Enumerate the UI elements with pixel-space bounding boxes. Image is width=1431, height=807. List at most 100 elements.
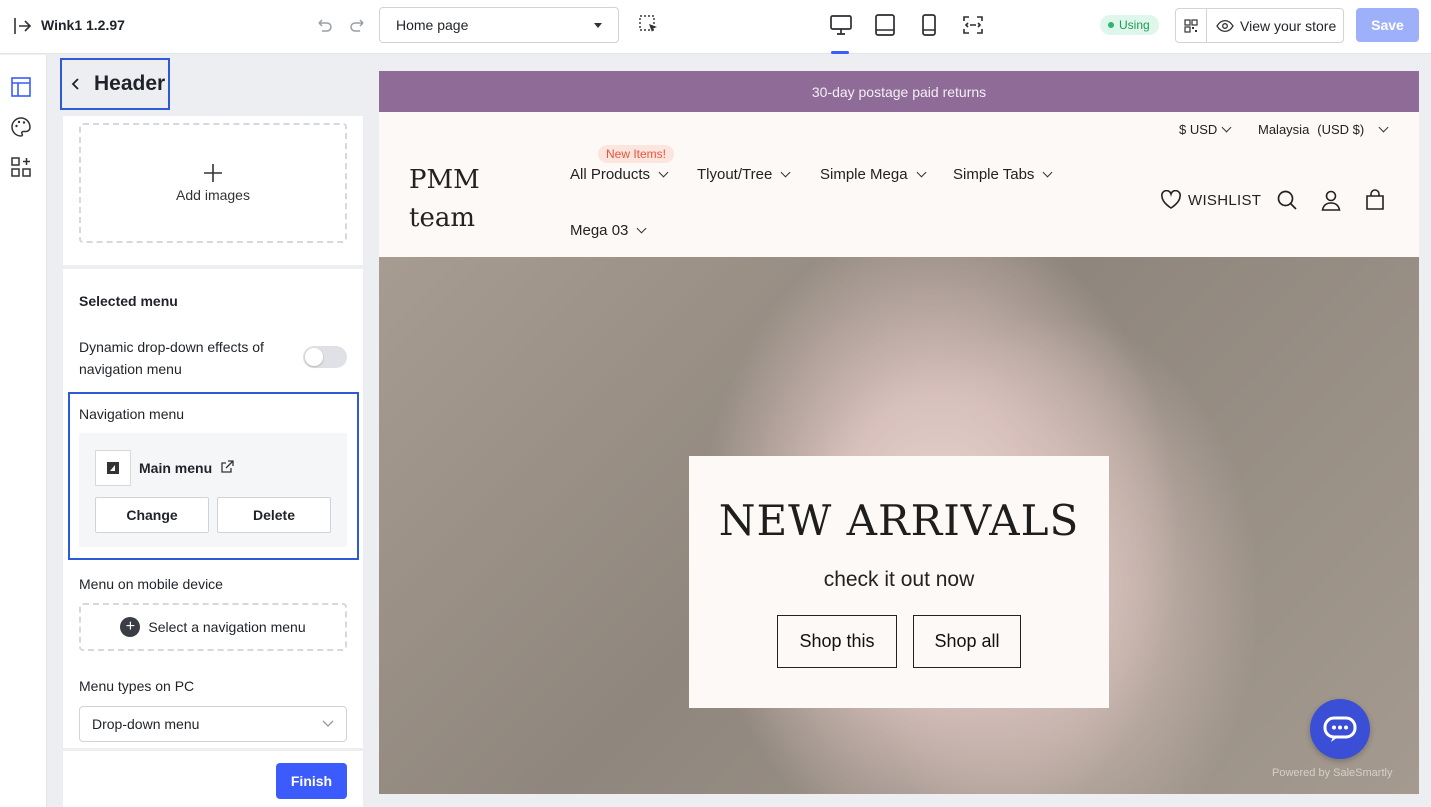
toggle-knob bbox=[305, 348, 323, 366]
currency-selector[interactable]: $ USD bbox=[1179, 122, 1232, 137]
logo-line-2: team bbox=[409, 203, 475, 233]
store-header: $ USD Malaysia (USD $) PMM team New Item… bbox=[379, 112, 1419, 257]
top-toolbar: Wink1 1.2.97 Home page Using View your s… bbox=[0, 0, 1431, 54]
status-dot-icon bbox=[1108, 22, 1114, 28]
nav-item-simple-mega[interactable]: Simple Mega bbox=[820, 166, 926, 183]
hero-card: NEW ARRIVALS check it out now Shop this … bbox=[689, 456, 1109, 708]
nav-item-label: Simple Tabs bbox=[953, 166, 1035, 183]
change-button[interactable]: Change bbox=[95, 497, 209, 533]
select-navigation-menu-button[interactable]: + Select a navigation menu bbox=[79, 603, 347, 651]
dynamic-dropdown-toggle[interactable] bbox=[303, 346, 347, 368]
qr-code-icon bbox=[1184, 18, 1198, 33]
tablet-icon[interactable] bbox=[873, 13, 897, 37]
select-element-icon[interactable] bbox=[638, 14, 660, 36]
dynamic-dropdown-label: Dynamic drop-down effects of navigation … bbox=[79, 339, 264, 377]
finish-button[interactable]: Finish bbox=[276, 763, 347, 799]
exit-icon[interactable] bbox=[12, 16, 32, 36]
caret-down-icon bbox=[594, 22, 602, 28]
chat-icon bbox=[1323, 716, 1357, 742]
layout-icon[interactable] bbox=[10, 76, 32, 98]
panel-title: Header bbox=[94, 72, 166, 95]
view-store-label: View your store bbox=[1240, 17, 1337, 34]
plus-icon bbox=[204, 164, 222, 182]
chevron-down-icon bbox=[1378, 122, 1389, 133]
menu-thumbnail bbox=[95, 450, 131, 486]
qr-code-button[interactable] bbox=[1176, 9, 1207, 42]
add-images-label: Add images bbox=[176, 187, 250, 203]
country-currency-label: (USD $) bbox=[1317, 122, 1365, 137]
account-icon[interactable] bbox=[1320, 189, 1342, 211]
external-link-icon[interactable] bbox=[219, 459, 235, 475]
back-chevron-icon[interactable] bbox=[70, 77, 82, 91]
nav-item-tlyout-tree[interactable]: Tlyout/Tree bbox=[697, 166, 791, 183]
page-select[interactable]: Home page bbox=[379, 7, 619, 43]
shop-all-button[interactable]: Shop all bbox=[913, 615, 1021, 668]
settings-panel: Add images Selected menu Dynamic drop-do… bbox=[63, 116, 363, 748]
nav-item-label: Simple Mega bbox=[820, 166, 908, 183]
navigation-menu-card: Main menu Change Delete bbox=[79, 433, 347, 547]
status-badge: Using bbox=[1100, 15, 1159, 35]
app-title: Wink1 1.2.97 bbox=[41, 17, 125, 33]
hero-title: NEW ARRIVALS bbox=[718, 496, 1080, 545]
nav-item-mega-03[interactable]: Mega 03 bbox=[570, 222, 647, 239]
wishlist-link[interactable]: WISHLIST bbox=[1160, 190, 1261, 210]
chevron-down-icon bbox=[322, 720, 334, 727]
device-active-indicator bbox=[831, 51, 849, 54]
menu-type-value: Drop-down menu bbox=[92, 716, 200, 732]
nav-item-label: All Products bbox=[570, 166, 651, 183]
wishlist-label: WISHLIST bbox=[1188, 191, 1262, 209]
chat-button[interactable] bbox=[1310, 699, 1370, 759]
add-images-dropzone[interactable]: Add images bbox=[79, 123, 347, 243]
chevron-down-icon bbox=[916, 167, 926, 178]
chevron-down-icon bbox=[780, 167, 791, 178]
logo-line-1: PMM bbox=[409, 165, 480, 195]
apps-add-icon[interactable] bbox=[10, 156, 32, 178]
store-preview: 30-day postage paid returns $ USD Malays… bbox=[379, 71, 1419, 794]
powered-by-label: Powered by SaleSmartly bbox=[1272, 767, 1393, 779]
hero-subtitle: check it out now bbox=[823, 568, 975, 591]
mobile-menu-heading: Menu on mobile device bbox=[79, 576, 223, 592]
nav-item-simple-tabs[interactable]: Simple Tabs bbox=[953, 166, 1053, 183]
save-button[interactable]: Save bbox=[1356, 8, 1419, 42]
chevron-down-icon bbox=[1221, 122, 1232, 133]
nav-item-all-products[interactable]: All Products bbox=[570, 166, 669, 183]
shop-this-button[interactable]: Shop this bbox=[777, 615, 897, 668]
country-selector[interactable]: Malaysia (USD $) bbox=[1258, 122, 1389, 137]
navigation-menu-heading: Navigation menu bbox=[79, 406, 185, 422]
announcement-bar: 30-day postage paid returns bbox=[379, 71, 1419, 112]
store-logo[interactable]: PMM team bbox=[409, 161, 519, 237]
nav-item-label: Tlyout/Tree bbox=[697, 166, 773, 183]
desktop-icon[interactable] bbox=[829, 13, 853, 37]
search-icon[interactable] bbox=[1276, 189, 1298, 211]
fullscreen-icon[interactable] bbox=[961, 13, 985, 37]
nav-item-label: Mega 03 bbox=[570, 222, 629, 239]
undo-icon[interactable] bbox=[314, 16, 334, 36]
chevron-down-icon bbox=[1042, 167, 1053, 178]
palette-icon[interactable] bbox=[10, 116, 32, 138]
hero-banner: NEW ARRIVALS check it out now Shop this … bbox=[379, 257, 1419, 794]
chevron-down-icon bbox=[636, 223, 647, 234]
finish-bar: Finish bbox=[63, 750, 363, 807]
delete-button[interactable]: Delete bbox=[217, 497, 331, 533]
menu-types-heading: Menu types on PC bbox=[79, 678, 195, 694]
mobile-icon[interactable] bbox=[917, 13, 941, 37]
view-store-group: View your store bbox=[1175, 8, 1344, 43]
plus-circle-icon: + bbox=[120, 617, 141, 637]
cart-icon[interactable] bbox=[1364, 189, 1386, 211]
eye-icon bbox=[1216, 19, 1234, 32]
selected-menu-heading: Selected menu bbox=[79, 293, 178, 309]
section-divider bbox=[63, 265, 363, 269]
view-store-button[interactable]: View your store bbox=[1207, 9, 1343, 42]
select-navigation-label: Select a navigation menu bbox=[148, 619, 306, 635]
menu-type-select[interactable]: Drop-down menu bbox=[79, 706, 347, 742]
page-select-value: Home page bbox=[396, 17, 469, 33]
panel-header: Header bbox=[60, 58, 170, 110]
menu-icon bbox=[107, 462, 119, 474]
chevron-down-icon bbox=[658, 167, 669, 178]
country-label: Malaysia bbox=[1258, 122, 1310, 137]
redo-icon[interactable] bbox=[348, 16, 368, 36]
menu-name: Main menu bbox=[139, 460, 213, 476]
left-rail bbox=[0, 55, 47, 807]
currency-label: $ USD bbox=[1179, 122, 1218, 137]
status-label: Using bbox=[1119, 18, 1150, 32]
